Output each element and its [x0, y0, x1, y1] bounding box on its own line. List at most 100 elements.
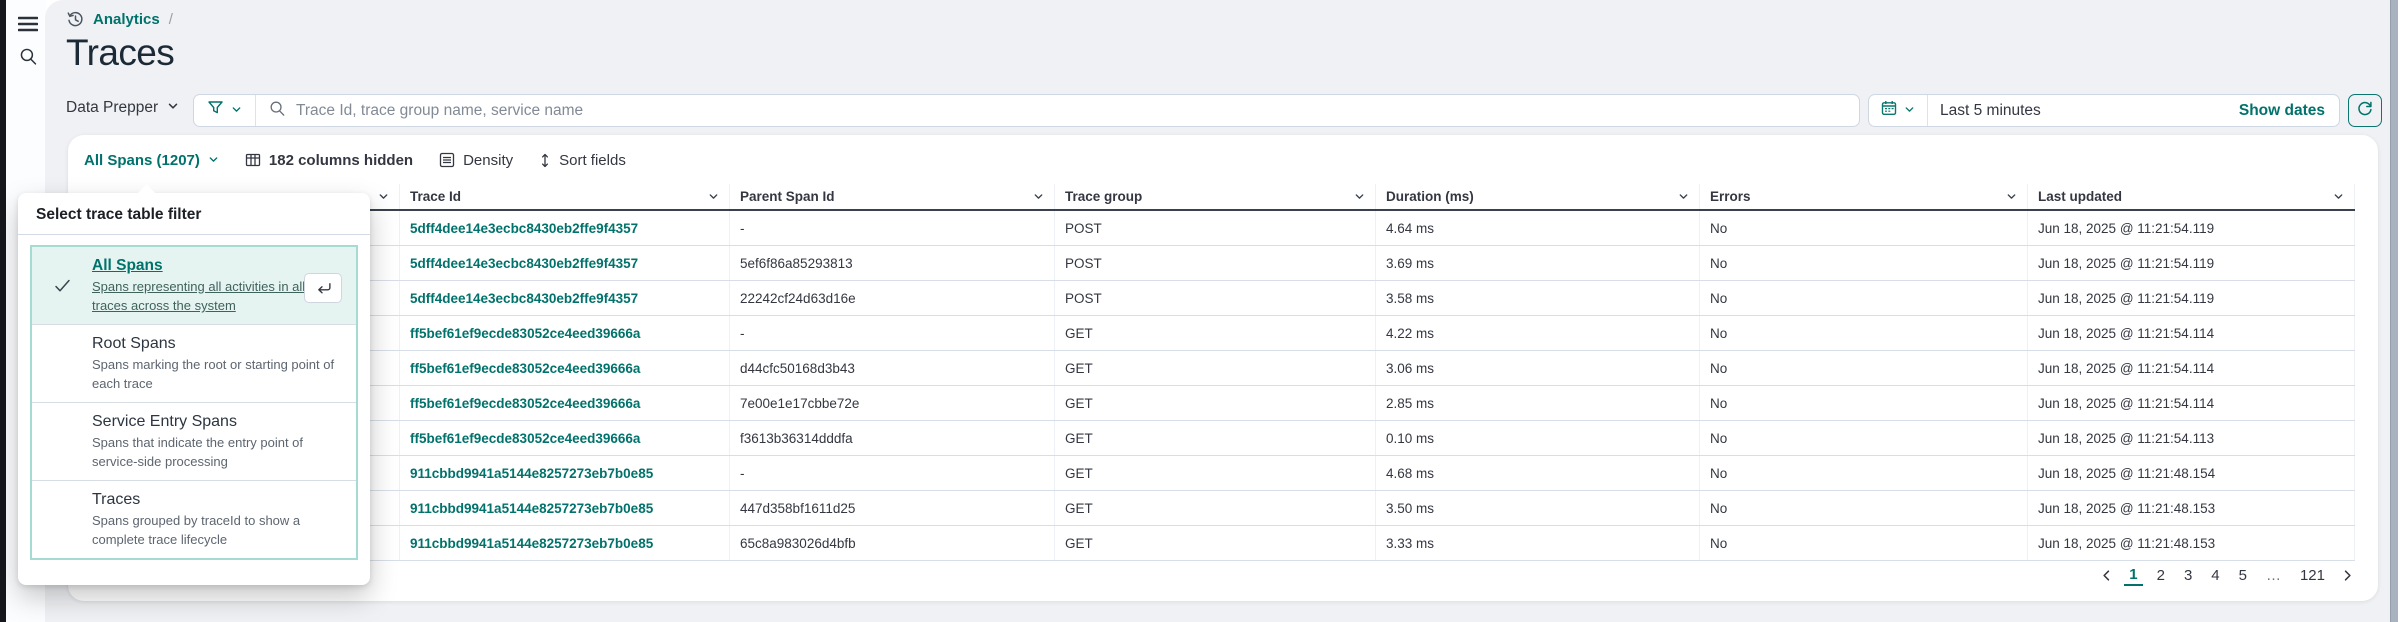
chevron-left-icon[interactable] — [2098, 569, 2115, 582]
pagination-page[interactable]: 2 — [2152, 566, 2170, 585]
cell-errors: No — [1700, 211, 2028, 245]
column-actions-chevron-icon[interactable] — [1033, 191, 1044, 202]
table-row: 911cbbd9941a5144e8257273eb7b0e85- GET 4.68… — [80, 456, 2355, 491]
filter-option[interactable]: All Spans Spans representing all activiti… — [32, 247, 356, 324]
column-actions-chevron-icon[interactable] — [708, 191, 719, 202]
cell-parent-span-id: 22242cf24d63d16e — [730, 281, 1055, 315]
column-actions-chevron-icon[interactable] — [1354, 191, 1365, 202]
filter-option-title: Traces — [92, 491, 141, 508]
column-header-label: Errors — [1710, 189, 1751, 204]
filter-button[interactable] — [194, 95, 256, 126]
menu-icon[interactable] — [14, 10, 42, 38]
cell-parent-span-id: 65c8a983026d4bfb — [730, 526, 1055, 560]
pagination: 1 2 3 4 5 … 121 — [2098, 565, 2356, 586]
cell-duration: 4.64 ms — [1376, 211, 1700, 245]
column-header-trace-id[interactable]: Trace Id — [400, 184, 730, 209]
filter-option-title: Root Spans — [92, 335, 176, 352]
cell-trace-group: GET — [1055, 456, 1376, 490]
cell-errors: No — [1700, 491, 2028, 525]
column-actions-chevron-icon[interactable] — [2333, 191, 2344, 202]
pagination-page[interactable]: 121 — [2295, 566, 2330, 585]
breadcrumb-analytics-link[interactable]: Analytics — [93, 11, 160, 28]
cell-parent-span-id: - — [730, 456, 1055, 490]
trace-id-link[interactable]: 5dff4dee14e3ecbc8430eb2ffe9f4357 — [400, 281, 730, 315]
show-dates-button[interactable]: Show dates — [2239, 102, 2339, 120]
trace-table-filter-popover: Select trace table filter All Spans Spans… — [18, 184, 370, 585]
trace-id-link[interactable]: 911cbbd9941a5144e8257273eb7b0e85 — [400, 491, 730, 525]
filter-option[interactable]: Traces Spans grouped by traceId to show a… — [32, 480, 356, 558]
column-actions-chevron-icon[interactable] — [378, 191, 389, 202]
cell-parent-span-id: 7e00e1e17cbbe72e — [730, 386, 1055, 420]
cell-duration: 4.22 ms — [1376, 316, 1700, 350]
cell-last-updated: Jun 18, 2025 @ 11:21:54.119 — [2028, 281, 2355, 315]
return-key-button[interactable] — [304, 273, 342, 303]
pagination-page[interactable]: 3 — [2179, 566, 2197, 585]
cell-duration: 3.50 ms — [1376, 491, 1700, 525]
trace-id-link[interactable]: ff5bef61ef9ecde83052ce4eed39666a — [400, 351, 730, 385]
dataset-selector-label: Data Prepper — [66, 99, 159, 116]
chevron-down-icon — [231, 102, 242, 120]
popover-title: Select trace table filter — [18, 193, 370, 235]
breadcrumb-separator: / — [168, 11, 173, 28]
pagination-page[interactable]: 4 — [2206, 566, 2224, 585]
scrollbar-thumb[interactable] — [2390, 0, 2398, 622]
cell-last-updated: Jun 18, 2025 @ 11:21:54.119 — [2028, 211, 2355, 245]
columns-hidden-button[interactable]: 182 columns hidden — [245, 152, 413, 169]
column-actions-chevron-icon[interactable] — [2006, 191, 2017, 202]
cell-duration: 3.58 ms — [1376, 281, 1700, 315]
column-header-duration-ms-[interactable]: Duration (ms) — [1376, 184, 1700, 209]
trace-id-link[interactable]: 5dff4dee14e3ecbc8430eb2ffe9f4357 — [400, 211, 730, 245]
pagination-page[interactable]: 1 — [2124, 565, 2143, 586]
pagination-ellipsis: … — [2265, 567, 2281, 584]
refresh-button[interactable] — [2348, 94, 2382, 127]
cell-parent-span-id: f3613b36314dddfa — [730, 421, 1055, 455]
chevron-right-icon[interactable] — [2339, 569, 2356, 582]
traces-table-card: All Spans (1207) 182 columns hidden Dens… — [68, 135, 2378, 601]
cell-duration: 3.06 ms — [1376, 351, 1700, 385]
pagination-page[interactable]: 5 — [2234, 566, 2252, 585]
trace-search-input[interactable] — [296, 101, 1846, 120]
cell-errors: No — [1700, 421, 2028, 455]
filter-option[interactable]: Root Spans Spans marking the root or star… — [32, 324, 356, 402]
cell-trace-group: GET — [1055, 526, 1376, 560]
trace-id-link[interactable]: ff5bef61ef9ecde83052ce4eed39666a — [400, 421, 730, 455]
filter-option-description: Spans marking the root or starting point… — [92, 357, 335, 391]
column-header-trace-group[interactable]: Trace group — [1055, 184, 1376, 209]
cell-trace-group: POST — [1055, 246, 1376, 280]
cell-parent-span-id: - — [730, 316, 1055, 350]
search-bar — [193, 94, 1860, 127]
cell-duration: 3.69 ms — [1376, 246, 1700, 280]
trace-id-link[interactable]: 911cbbd9941a5144e8257273eb7b0e85 — [400, 526, 730, 560]
filter-option-title: All Spans — [92, 257, 163, 274]
column-header-label: Trace group — [1065, 189, 1143, 204]
trace-table-filter-button[interactable]: All Spans (1207) — [84, 152, 219, 169]
trace-id-link[interactable]: ff5bef61ef9ecde83052ce4eed39666a — [400, 386, 730, 420]
filter-option[interactable]: Service Entry Spans Spans that indicate t… — [32, 402, 356, 480]
traces-data-grid: Trace Id Parent Span Id Trace group Duratio… — [80, 184, 2355, 561]
vertical-scrollbar[interactable] — [2390, 0, 2398, 622]
column-header-last-updated[interactable]: Last updated — [2028, 184, 2355, 209]
cell-parent-span-id: - — [730, 211, 1055, 245]
cell-last-updated: Jun 18, 2025 @ 11:21:48.153 — [2028, 526, 2355, 560]
sort-fields-button[interactable]: Sort fields — [539, 152, 626, 169]
dataset-selector[interactable]: Data Prepper — [66, 99, 179, 117]
search-field-wrap — [256, 100, 1859, 122]
density-button[interactable]: Density — [439, 152, 513, 169]
cell-errors: No — [1700, 316, 2028, 350]
trace-id-link[interactable]: 5dff4dee14e3ecbc8430eb2ffe9f4357 — [400, 246, 730, 280]
time-range-value[interactable]: Last 5 minutes — [1940, 102, 2041, 120]
trace-id-link[interactable]: ff5bef61ef9ecde83052ce4eed39666a — [400, 316, 730, 350]
refresh-icon — [2357, 100, 2373, 121]
column-actions-chevron-icon[interactable] — [1678, 191, 1689, 202]
column-header-errors[interactable]: Errors — [1700, 184, 2028, 209]
chevron-down-icon — [208, 152, 219, 169]
calendar-icon — [1881, 100, 1897, 121]
trace-id-link[interactable]: 911cbbd9941a5144e8257273eb7b0e85 — [400, 456, 730, 490]
breadcrumb: Analytics / — [67, 11, 173, 28]
date-picker-menu-button[interactable] — [1869, 95, 1928, 126]
column-header-parent-span-id[interactable]: Parent Span Id — [730, 184, 1055, 209]
search-icon[interactable] — [14, 42, 42, 70]
filter-options-list: All Spans Spans representing all activiti… — [30, 245, 358, 560]
cell-errors: No — [1700, 281, 2028, 315]
cell-trace-group: GET — [1055, 491, 1376, 525]
